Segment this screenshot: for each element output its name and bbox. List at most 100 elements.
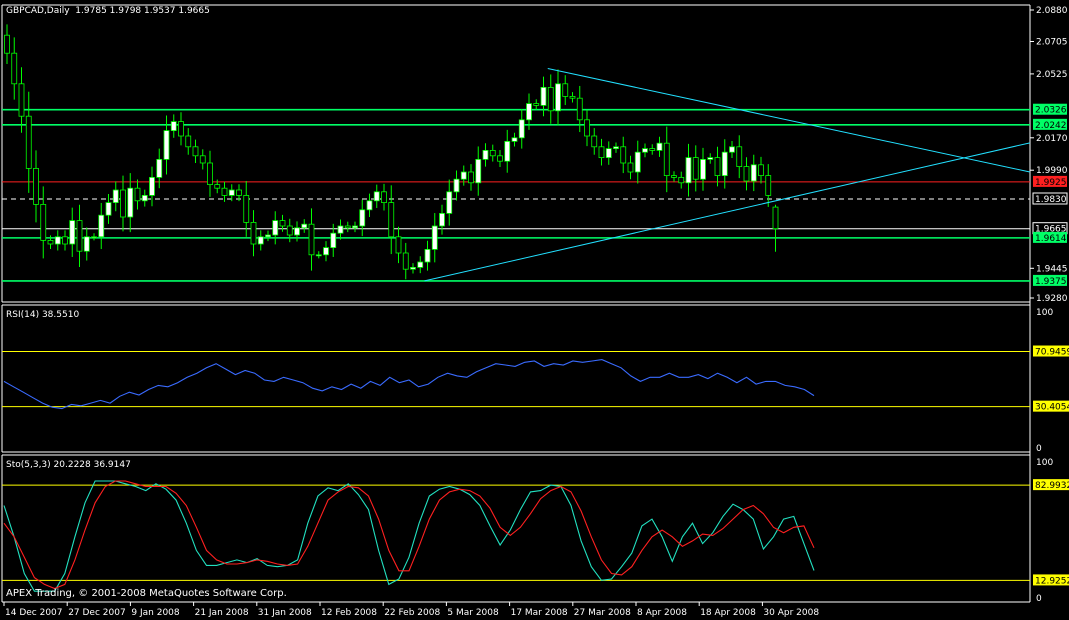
candle-body [40,203,47,241]
candle-body [243,194,250,223]
candle-body [221,187,228,196]
stochastic-signal-line [3,480,815,590]
stochastic-pane: 82.9932 12.9252 100 0 [1,454,1069,604]
candle-body [598,146,605,159]
candle-body [76,220,83,252]
date-tick-label: 17 Mar 2008 [511,608,568,618]
candle-body [373,191,380,202]
date-tick-label: 21 Jan 2008 [195,608,249,618]
date-tick-label: 31 Jan 2008 [258,608,312,618]
candle-body [613,146,619,150]
candle-body [323,247,329,256]
candle-body [359,209,366,227]
candle-body [62,236,68,245]
candle-body [170,121,177,131]
date-tick-label: 14 Dec 2007 [5,608,63,618]
candle-body [417,261,424,268]
stochastic-header: Sto(5,3,3) 20.2228 36.9147 [6,460,131,470]
indicator-tick-label: 100 [1036,458,1053,468]
candle-body [301,223,308,229]
candle-body [185,135,192,148]
candle-body [620,146,627,164]
candle-body [547,87,554,112]
candle-body [634,151,641,173]
candle-body [402,252,409,270]
candle-body [562,83,569,97]
candle-body [692,157,699,180]
candle-body [18,83,25,117]
candle-body [207,162,213,186]
candle-body [25,115,32,169]
candle-body [83,236,90,252]
candle-body [685,157,692,184]
candle-body [54,236,61,245]
price-tick-label: 2.0170 [1036,134,1068,144]
price-pane: 2.03262.02421.99251.98301.96651.96141.93… [1,4,1068,602]
candle-body [410,266,416,270]
candle-body [729,146,735,153]
candle-body [497,155,503,162]
candle-body [141,194,148,202]
candle-body [134,187,141,202]
price-tick-label: 2.0880 [1036,6,1068,16]
candle-body [214,184,221,189]
indicator-level-label: 70.9459 [1035,348,1069,358]
candle-body [286,225,293,236]
candle-body [656,142,663,151]
candle-body [576,97,583,121]
candle-body [765,175,772,196]
candle-body [315,254,322,257]
candle-body [468,171,474,184]
candle-body [489,149,496,157]
date-tick-label: 18 Apr 2008 [700,608,756,618]
copyright-notice: APEX Trading, © 2001-2008 MetaQuotes Sof… [6,588,287,599]
candle-body [678,176,685,184]
candle-body [569,96,576,99]
date-tick-label: 30 Apr 2008 [763,608,819,618]
candle-body [671,175,677,178]
price-tick-label: 1.9445 [1036,264,1068,274]
candle-body [511,137,518,142]
date-tick-label: 27 Mar 2008 [574,608,631,618]
candle-body [4,34,10,54]
candle-body [163,130,170,160]
candle-body [381,191,387,204]
date-tick-label: 27 Dec 2007 [68,608,126,618]
level-label: 1.9375 [1035,277,1067,287]
candle-body [721,151,728,176]
level-label: 1.9830 [1035,195,1067,205]
candle-body [526,103,532,121]
level-label: 1.9614 [1035,234,1067,244]
candle-body [33,167,39,205]
rsi-series-line [3,359,815,410]
candle-body [192,146,199,157]
indicator-tick-label: 0 [1036,594,1042,604]
candle-body [533,103,540,106]
candle-body [199,155,206,164]
candle-body [120,189,126,218]
candle-body [584,119,590,137]
candle-body [366,200,373,211]
candle-body [736,146,743,168]
candle-body [475,158,482,184]
candle-body [344,225,351,229]
candle-body [98,214,105,238]
candle-body [279,220,286,227]
candle-body [112,189,119,203]
candle-body [250,221,257,245]
date-axis: 14 Dec 2007 27 Dec 2007 9 Jan 2008 21 Jan 2… [3,602,819,618]
candle-body [257,236,264,245]
date-tick-label: 5 Mar 2008 [447,608,499,618]
candle-body [714,157,721,177]
candle-body [453,178,460,193]
candle-body [460,171,467,180]
candle-body [308,223,315,256]
price-header: GBPCAD,Daily 1.9785 1.9798 1.9537 1.9665 [6,6,210,16]
candle-body [149,176,155,196]
level-label: 2.0242 [1035,121,1067,131]
candle-body [105,202,112,216]
candle-body [627,162,634,173]
trend-line [547,68,1031,173]
candle-body [518,119,525,139]
candle-body [424,248,431,263]
